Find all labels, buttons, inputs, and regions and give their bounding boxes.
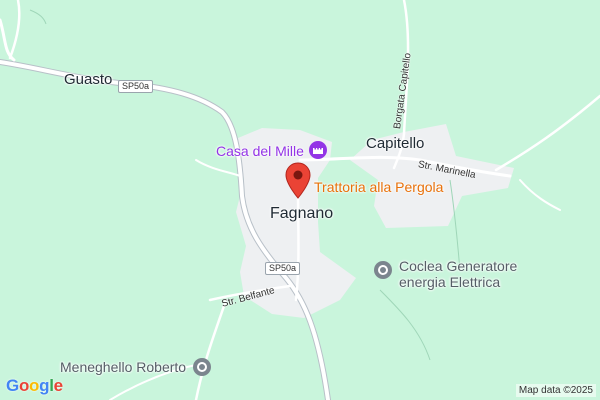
road-shield-sp50a: SP50a xyxy=(265,262,301,275)
castle-icon[interactable] xyxy=(308,140,328,160)
restaurant-pin-icon[interactable] xyxy=(285,162,311,200)
generic-poi-icon[interactable] xyxy=(192,357,212,377)
poi-label-casa-del-mille[interactable]: Casa del Mille xyxy=(216,144,304,158)
poi-label-meneghello-roberto[interactable]: Meneghello Roberto xyxy=(60,360,186,374)
map-canvas[interactable]: Guasto Capitello Fagnano SP50a SP50a Str… xyxy=(0,0,600,400)
poi-label-trattoria-alla-pergola[interactable]: Trattoria alla Pergola xyxy=(314,180,443,194)
google-logo[interactable]: Google xyxy=(6,376,63,396)
map-base xyxy=(0,0,600,400)
road-shield-sp50a: SP50a xyxy=(118,80,154,93)
google-logo-text: Google xyxy=(6,376,63,395)
place-label-fagnano[interactable]: Fagnano xyxy=(270,206,333,222)
place-label-guasto[interactable]: Guasto xyxy=(64,72,112,87)
poi-label-coclea-line1[interactable]: Coclea Generatore xyxy=(399,259,517,273)
place-label-capitello[interactable]: Capitello xyxy=(366,136,424,151)
map-attribution[interactable]: Map data ©2025 xyxy=(515,384,596,397)
poi-label-coclea-line2[interactable]: energia Elettrica xyxy=(399,275,500,289)
generic-poi-icon[interactable] xyxy=(373,260,393,280)
